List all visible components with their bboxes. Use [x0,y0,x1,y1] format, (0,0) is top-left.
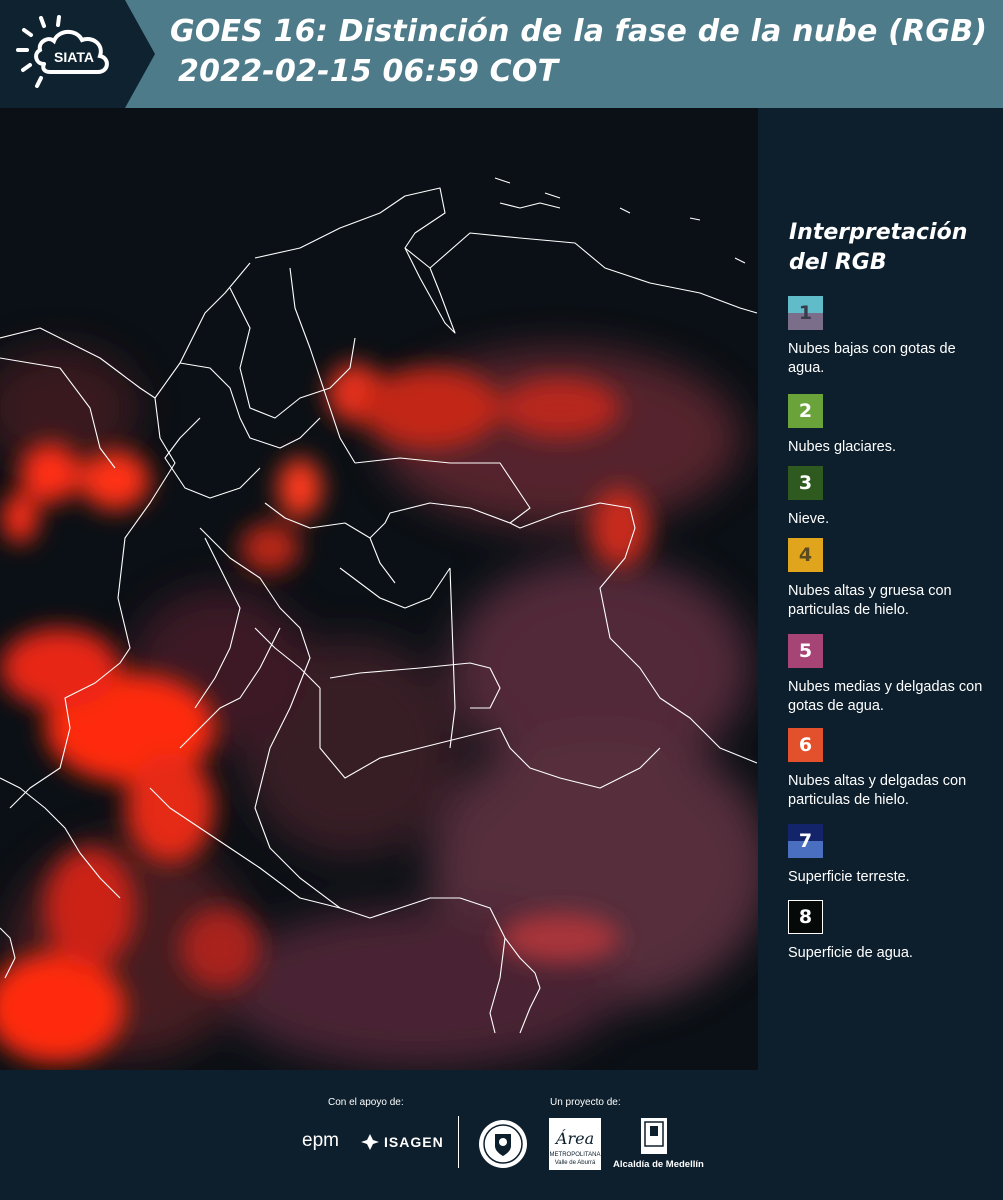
legend-label: Nieve. [788,511,830,527]
legend-item: 7 Superficie terreste. [788,824,988,887]
area-metropolitana-logo[interactable]: Área METROPOLITANA Valle de Aburrá [549,1118,601,1170]
legend-swatch: 2 [788,394,823,428]
legend-label: Nubes bajas con gotas de agua. [788,341,956,376]
legend-swatch: 5 [788,634,823,668]
legend-swatch: 8 [788,900,823,934]
isagen-icon [361,1134,379,1150]
legend-number: 4 [798,544,813,566]
legend-title: Interpretación del RGB [789,220,968,275]
epm-logo[interactable]: epm [302,1130,339,1152]
siata-logo-text: SIATA [54,49,94,65]
legend-number: 1 [798,302,813,324]
legend-item: 6 Nubes altas y delgadas con particulas d… [788,728,988,810]
alcaldia-label: Alcaldía de Medellín [613,1159,704,1170]
legend-label: Nubes altas y gruesa con particulas de h… [788,583,952,618]
footer: Con el apoyo de: Un proyecto de: epm ISA… [0,1070,1003,1200]
legend-number: 6 [798,734,813,756]
legend-swatch: 1 [788,296,823,330]
legend-swatch: 4 [788,538,823,572]
project-label: Un proyecto de: [550,1097,621,1108]
legend-number: 8 [798,906,813,928]
map-canvas [0,108,758,1070]
isagen-logo[interactable]: ISAGEN [384,1134,444,1150]
legend-number: 2 [798,400,813,422]
legend-panel: Interpretación del RGB 1 Nubes bajas con … [758,108,1003,1070]
page-title: GOES 16: Distinción de la fase de la nub… [170,14,988,49]
siata-logo[interactable]: SIATA [0,0,155,108]
legend-swatch: 7 [788,824,823,858]
legend-item: 4 Nubes altas y gruesa con particulas de … [788,538,988,620]
legend-label: Nubes altas y delgadas con particulas de… [788,773,967,808]
legend-item: 8 Superficie de agua. [788,900,988,963]
legend-number: 5 [798,640,813,662]
satellite-map[interactable] [0,108,758,1070]
legend-label: Nubes medias y delgadas con gotas de agu… [788,679,983,714]
area-logo-text: Área [554,1128,594,1148]
legend-item: 2 Nubes glaciares. [788,394,988,457]
sun-cloud-icon: SIATA [16,15,109,88]
support-label: Con el apoyo de: [328,1097,404,1108]
legend-label: Superficie terreste. [788,869,910,885]
area-logo-sub1: METROPOLITANA [550,1152,601,1158]
header: SIATA GOES 16: Distinción de la fase de … [0,0,1003,108]
area-logo-sub2: Valle de Aburrá [555,1160,596,1166]
alcaldia-shield-icon[interactable] [638,1116,670,1156]
page-timestamp: 2022-02-15 06:59 COT [178,54,559,89]
legend-item: 1 Nubes bajas con gotas de agua. [788,296,988,378]
legend-label: Nubes glaciares. [788,439,896,455]
legend-item: 5 Nubes medias y delgadas con gotas de ag… [788,634,988,716]
legend-number: 3 [798,472,813,494]
antioquia-seal-icon[interactable] [477,1118,529,1170]
legend-label: Superficie de agua. [788,945,913,961]
legend-swatch: 3 [788,466,823,500]
footer-divider [458,1116,459,1168]
legend-swatch: 6 [788,728,823,762]
legend-item: 3 Nieve. [788,466,988,529]
legend-number: 7 [798,830,813,852]
